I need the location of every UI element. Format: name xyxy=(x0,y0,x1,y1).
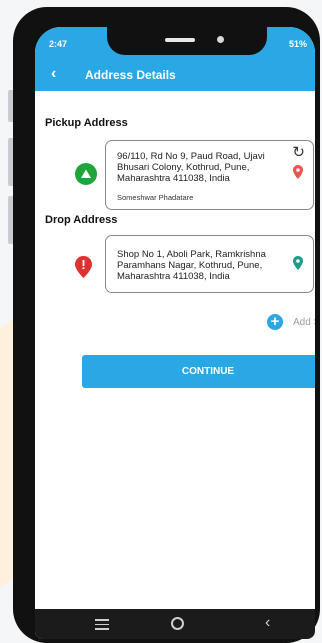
add-stop-label: Add Stop xyxy=(293,317,315,328)
nav-back-icon[interactable]: ‹ xyxy=(265,615,270,631)
drop-marker-icon xyxy=(75,256,92,283)
notch xyxy=(107,27,267,55)
location-pin-icon xyxy=(293,165,303,184)
phone-frame: 2:47 51% ‹ Address Details Pickup Addres… xyxy=(13,7,320,643)
continue-button[interactable]: CONTINUE xyxy=(82,355,315,388)
speaker xyxy=(165,38,195,42)
drop-address-card[interactable]: Shop No 1, Aboli Park, Ramkrishna Paramh… xyxy=(105,235,314,293)
pickup-address-card[interactable]: 96/110, Rd No 9, Paud Road, Ujavi Bhusar… xyxy=(105,140,314,210)
camera xyxy=(217,36,224,43)
location-pin-icon xyxy=(293,256,303,275)
status-time: 2:47 xyxy=(49,39,68,49)
pickup-contact-name: Someshwar Phadatare xyxy=(117,193,194,202)
pickup-address-text: 96/110, Rd No 9, Paud Road, Ujavi Bhusar… xyxy=(117,151,265,184)
drop-address-label: Drop Address xyxy=(45,214,118,226)
phone-screen: 2:47 51% ‹ Address Details Pickup Addres… xyxy=(35,27,315,639)
back-arrow-icon[interactable]: ‹ xyxy=(51,66,56,82)
home-icon[interactable] xyxy=(171,617,184,630)
system-nav-bar: ‹ xyxy=(35,609,315,639)
pickup-address-label: Pickup Address xyxy=(45,117,128,129)
battery-indicator: 51% xyxy=(288,39,307,49)
pickup-marker-icon xyxy=(75,163,97,185)
refresh-icon[interactable]: ↻ xyxy=(292,145,305,160)
add-circle-icon: + xyxy=(267,314,283,330)
drop-address-text: Shop No 1, Aboli Park, Ramkrishna Paramh… xyxy=(117,249,266,282)
page-title: Address Details xyxy=(85,68,176,82)
app-bar: ‹ Address Details xyxy=(35,57,315,91)
recent-apps-icon[interactable] xyxy=(95,619,109,633)
